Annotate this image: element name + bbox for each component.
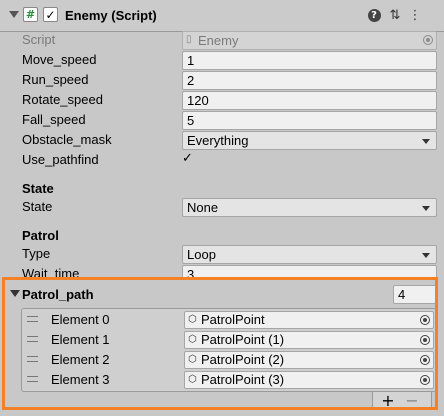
fall-speed-input[interactable]: 5 [182, 111, 437, 130]
use-pathfind-checkbox[interactable]: ✓ [182, 152, 196, 166]
dropdown-arrow-icon [422, 253, 430, 258]
highlight-box [2, 277, 438, 410]
help-icon[interactable]: ? [366, 7, 382, 23]
type-dropdown[interactable]: Loop [182, 245, 437, 264]
presets-icon[interactable]: ⇅ [387, 7, 403, 23]
run-speed-label: Run_speed [22, 72, 89, 87]
obstacle-mask-dropdown[interactable]: Everything [182, 131, 437, 150]
component-title: Enemy (Script) [65, 8, 157, 23]
checkmark-icon: ✓ [45, 7, 56, 22]
script-asset-icon: ▯ [186, 34, 192, 45]
type-value: Loop [187, 247, 216, 262]
use-pathfind-label: Use_pathfind [22, 152, 99, 167]
script-value: Enemy [198, 33, 239, 48]
dropdown-arrow-icon [422, 139, 430, 144]
script-icon: # [23, 7, 38, 22]
move-speed-label: Move_speed [22, 52, 97, 67]
rotate-speed-input[interactable]: 120 [182, 91, 437, 110]
patrol-section-header: Patrol [22, 228, 59, 243]
run-speed-input[interactable]: 2 [182, 71, 437, 90]
move-speed-input[interactable]: 1 [182, 51, 437, 70]
fall-speed-label: Fall_speed [22, 112, 86, 127]
dropdown-arrow-icon [422, 206, 430, 211]
state-dropdown[interactable]: None [182, 198, 437, 217]
state-section-header: State [22, 181, 54, 196]
obstacle-mask-label: Obstacle_mask [22, 132, 112, 147]
component-enabled-checkbox[interactable]: ✓ [43, 7, 58, 22]
type-label: Type [22, 246, 51, 261]
script-icon-glyph: # [25, 8, 36, 21]
foldout-arrow-icon[interactable] [9, 11, 19, 18]
context-menu-icon[interactable]: ⋮ [407, 7, 423, 23]
object-picker-icon [423, 35, 433, 45]
state-label: State [22, 199, 53, 214]
rotate-speed-label: Rotate_speed [22, 92, 103, 107]
script-field: ▯ Enemy [182, 31, 437, 50]
script-label: Script [22, 32, 56, 47]
help-glyph: ? [367, 8, 381, 22]
obstacle-mask-value: Everything [187, 133, 249, 148]
state-value: None [187, 200, 219, 215]
